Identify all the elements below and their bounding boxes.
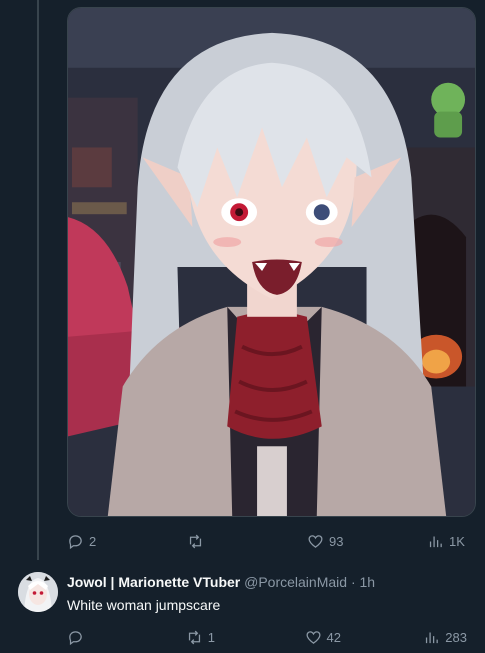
- views-count: 283: [445, 629, 467, 645]
- heart-icon: [308, 534, 323, 548]
- like-button[interactable]: 93: [307, 533, 347, 550]
- timeline: 2 93 1K Jowol | Marionette VTuber @Porce…: [0, 0, 485, 653]
- user-avatar[interactable]: [18, 572, 58, 612]
- heart-icon: [306, 630, 321, 644]
- retweet-button[interactable]: 1: [186, 629, 226, 646]
- like-button[interactable]: 42: [305, 629, 345, 646]
- like-count: 93: [329, 533, 344, 549]
- post-media-image[interactable]: [67, 7, 476, 517]
- timestamp[interactable]: 1h: [360, 574, 376, 590]
- views-count: 1K: [449, 533, 465, 549]
- user-handle[interactable]: @PorcelainMaid: [244, 574, 347, 590]
- views-button[interactable]: 1K: [427, 533, 467, 550]
- reply-icon: [69, 534, 82, 549]
- post1-action-bar: 2 93 1K: [67, 530, 467, 552]
- reply-button[interactable]: [67, 629, 107, 646]
- display-name[interactable]: Jowol | Marionette VTuber: [67, 574, 240, 590]
- retweet-button[interactable]: [187, 533, 227, 550]
- views-button[interactable]: 283: [423, 629, 467, 646]
- like-count: 42: [326, 629, 341, 645]
- retweet-icon: [188, 630, 200, 644]
- views-chart-icon: [426, 632, 439, 643]
- retweet-icon: [189, 534, 202, 548]
- views-chart-icon: [429, 536, 442, 547]
- separator-dot: ·: [350, 574, 356, 590]
- thread-connector-line: [37, 0, 39, 560]
- tweet-text: White woman jumpscare: [67, 597, 221, 613]
- avatar-portrait-icon: [18, 572, 58, 612]
- reply-button[interactable]: 2: [67, 533, 107, 550]
- post2-action-bar: 1 42 283: [67, 626, 467, 648]
- tweet-header: Jowol | Marionette VTuber @PorcelainMaid…: [67, 574, 375, 590]
- retweet-count: 1: [207, 629, 215, 645]
- reply-count: 2: [89, 533, 97, 549]
- anime-character-illustration: [68, 8, 475, 516]
- reply-icon: [69, 630, 82, 645]
